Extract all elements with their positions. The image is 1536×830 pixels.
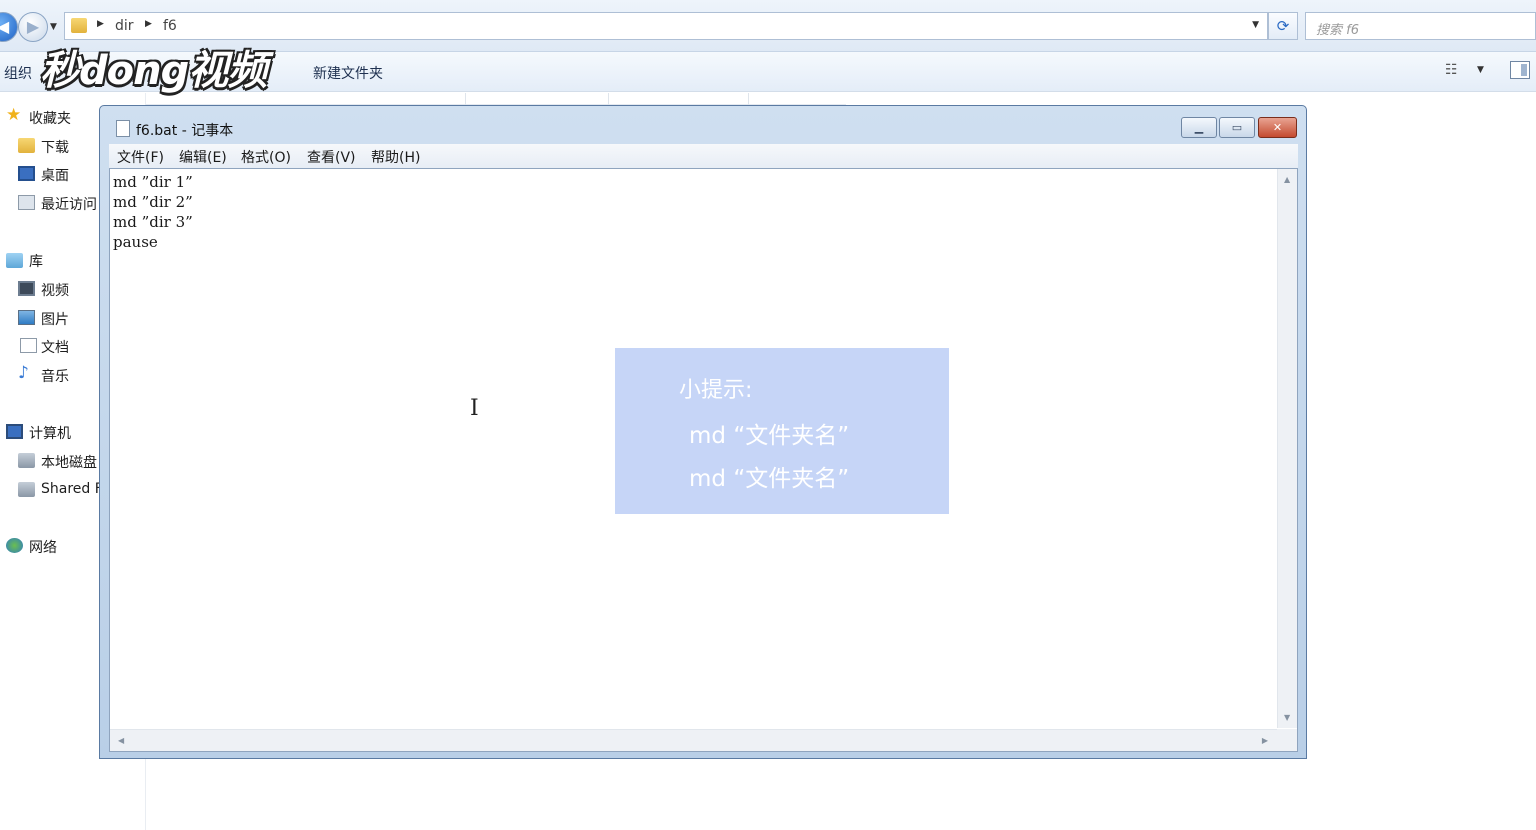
- code-line: md ”dir 1”: [113, 173, 193, 191]
- nav-item-local-disk[interactable]: 本地磁盘: [41, 452, 97, 472]
- tip-title: 小提示:: [679, 378, 753, 403]
- menu-view[interactable]: 查看(V): [307, 147, 356, 167]
- network-icon: [6, 538, 23, 553]
- breadcrumb-separator-icon[interactable]: ▶: [97, 19, 104, 29]
- tip-line: md “文件夹名”: [689, 466, 850, 492]
- menu-help[interactable]: 帮助(H): [371, 147, 420, 167]
- back-button[interactable]: ◀: [0, 12, 18, 42]
- documents-icon: [20, 338, 37, 353]
- refresh-button[interactable]: ⟳: [1268, 12, 1298, 40]
- breadcrumb-f6[interactable]: f6: [163, 18, 177, 34]
- music-icon: ♪: [18, 363, 29, 383]
- library-icon: [6, 253, 23, 268]
- close-button[interactable]: ✕: [1258, 117, 1297, 138]
- nav-item-desktop[interactable]: 桌面: [41, 165, 69, 185]
- new-folder-button[interactable]: 新建文件夹: [313, 63, 383, 83]
- breadcrumb-separator-icon[interactable]: ▶: [145, 19, 152, 29]
- minimize-icon: ▁: [1194, 121, 1204, 134]
- history-dropdown-icon[interactable]: ▼: [50, 22, 57, 32]
- maximize-button[interactable]: ▭: [1219, 117, 1255, 138]
- nav-libraries[interactable]: 库: [29, 251, 43, 271]
- address-box[interactable]: ▶ dir ▶ f6 ▼: [64, 12, 1268, 40]
- nav-item-recent[interactable]: 最近访问: [41, 194, 97, 214]
- code-line: md ”dir 3”: [113, 213, 193, 231]
- network-drive-icon: [18, 482, 35, 497]
- code-line: pause: [113, 233, 158, 251]
- search-input[interactable]: 搜索 f6: [1305, 12, 1536, 40]
- star-icon: ★: [6, 105, 22, 125]
- window-title: f6.bat - 记事本: [136, 123, 234, 139]
- close-icon: ✕: [1272, 121, 1283, 134]
- computer-icon: [6, 424, 23, 439]
- refresh-icon: ⟳: [1276, 17, 1290, 35]
- breadcrumb-dir[interactable]: dir: [115, 18, 134, 34]
- nav-item-documents[interactable]: 文档: [41, 337, 69, 357]
- nav-item-music[interactable]: 音乐: [41, 366, 69, 386]
- tip-line: md “文件夹名”: [689, 423, 850, 449]
- scroll-down-icon[interactable]: ▼: [1284, 713, 1290, 722]
- nav-item-downloads[interactable]: 下载: [41, 137, 69, 157]
- desktop-icon: [18, 166, 35, 181]
- nav-favorites[interactable]: 收藏夹: [29, 108, 71, 128]
- code-line: md ”dir 2”: [113, 193, 193, 211]
- minimize-button[interactable]: ▁: [1181, 117, 1217, 138]
- arrow-right-icon: ▶: [26, 17, 40, 36]
- nav-item-videos[interactable]: 视频: [41, 280, 69, 300]
- horizontal-scrollbar[interactable]: ◀ ▶: [110, 729, 1278, 751]
- menu-format[interactable]: 格式(O): [241, 147, 291, 167]
- text-cursor-icon: I: [470, 396, 479, 421]
- recent-places-icon: [18, 195, 35, 210]
- maximize-icon: ▭: [1231, 121, 1243, 134]
- scroll-left-icon[interactable]: ◀: [118, 736, 124, 745]
- watermark-logo: 秒dong视频: [40, 48, 267, 94]
- pictures-icon: [18, 310, 35, 325]
- scroll-right-icon[interactable]: ▶: [1262, 736, 1268, 745]
- tip-overlay: 小提示: md “文件夹名” md “文件夹名”: [615, 348, 949, 514]
- local-disk-icon: [18, 453, 35, 468]
- view-dropdown-icon[interactable]: ▼: [1477, 65, 1484, 75]
- scroll-up-icon[interactable]: ▲: [1284, 175, 1290, 184]
- nav-item-pictures[interactable]: 图片: [41, 309, 69, 329]
- notepad-icon: [116, 120, 130, 137]
- video-icon: [18, 281, 35, 296]
- folder-icon: [71, 18, 87, 33]
- preview-pane-icon[interactable]: [1510, 61, 1530, 79]
- address-dropdown-icon[interactable]: ▼: [1252, 20, 1259, 30]
- nav-network[interactable]: 网络: [29, 537, 57, 557]
- menu-file[interactable]: 文件(F): [117, 147, 164, 167]
- menu-edit[interactable]: 编辑(E): [179, 147, 227, 167]
- nav-computer[interactable]: 计算机: [29, 423, 71, 443]
- organize-button[interactable]: 组织: [4, 63, 32, 83]
- arrow-left-icon: ◀: [0, 17, 10, 36]
- vertical-scrollbar[interactable]: ▲ ▼: [1277, 169, 1297, 728]
- nav-item-shared[interactable]: Shared F: [41, 481, 103, 497]
- view-options-icon[interactable]: ☷: [1445, 62, 1458, 78]
- resize-grip[interactable]: [1277, 729, 1297, 751]
- menu-bar: 文件(F) 编辑(E) 格式(O) 查看(V) 帮助(H): [109, 144, 1298, 168]
- download-folder-icon: [18, 138, 35, 153]
